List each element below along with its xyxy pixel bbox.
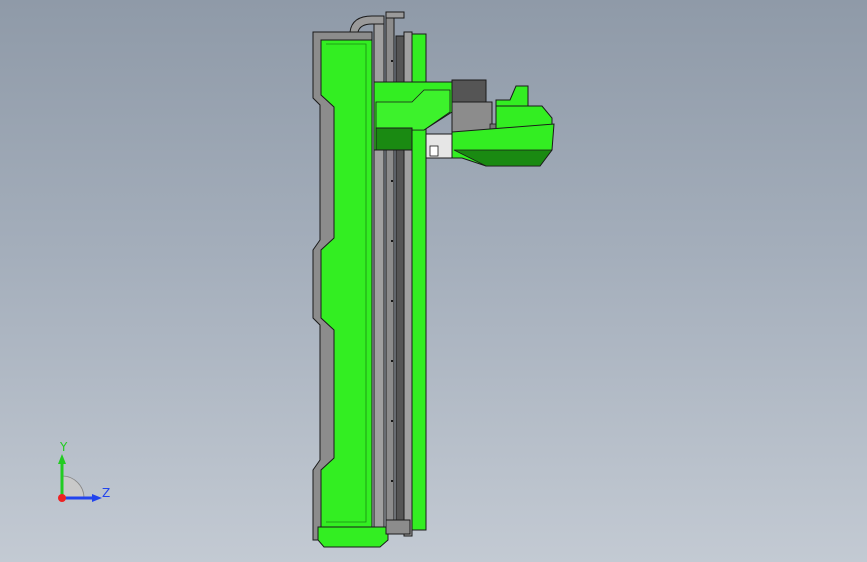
motor-top [451,79,487,103]
column-bottom-plate [385,519,411,535]
motor-body [451,101,493,133]
coordinate-triad-icon: Y Z [40,440,130,520]
graphics-viewport[interactable]: Y Z [0,0,867,562]
connector-stub [429,145,439,157]
y-axis-label: Y [60,440,68,454]
z-axis-label: Z [102,486,111,500]
column-bottom-cap [317,526,389,548]
rail-top-cap [385,11,405,19]
cad-model[interactable] [0,0,867,562]
carriage-lower [375,127,413,151]
